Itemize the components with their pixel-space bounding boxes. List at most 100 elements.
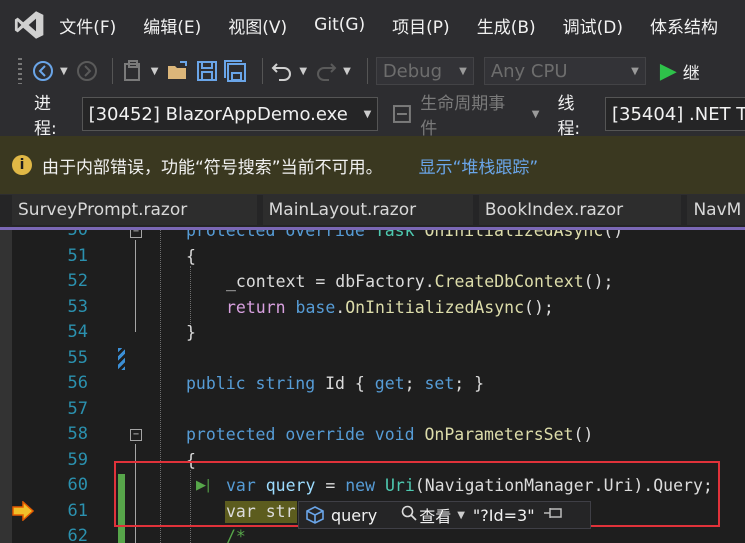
collapse-icon[interactable]: − bbox=[130, 429, 142, 441]
save-icon[interactable] bbox=[196, 58, 218, 84]
menu-git[interactable]: Git(G) bbox=[314, 15, 365, 35]
line-number: 57 bbox=[67, 398, 88, 419]
lifecycle-events-button[interactable]: 生命周期事件 ▼ bbox=[392, 89, 539, 139]
toolbar-grip[interactable] bbox=[18, 58, 22, 84]
continue-play-icon[interactable]: ▶ bbox=[660, 59, 677, 84]
new-project-dropdown-icon[interactable]: ▼ bbox=[151, 66, 159, 77]
line-number: 55 bbox=[67, 347, 88, 368]
process-value: [30452] BlazorAppDemo.exe bbox=[88, 103, 348, 125]
code-text: protected override void OnParametersSet(… bbox=[186, 425, 594, 444]
code-line: 57 bbox=[0, 397, 745, 423]
redo-icon[interactable] bbox=[315, 58, 337, 84]
thread-label: 线程: bbox=[557, 94, 581, 139]
document-tab-well: SurveyPrompt.razor MainLayout.razor Book… bbox=[0, 195, 745, 227]
line-number: 62 bbox=[67, 526, 88, 543]
solution-platform-value: Any CPU bbox=[490, 60, 568, 82]
code-line: 55 bbox=[0, 346, 745, 372]
menu-debug[interactable]: 调试(D) bbox=[563, 13, 623, 38]
process-label: 进程: bbox=[34, 94, 57, 139]
undo-dropdown-icon[interactable]: ▼ bbox=[299, 66, 307, 77]
chevron-down-icon: ▼ bbox=[363, 108, 372, 120]
standard-toolbar: ▼ ▼ ▼ ▼ Debug ▼ Any CPU ▼ ▶ 继 bbox=[0, 50, 745, 92]
chevron-down-icon: ▼ bbox=[531, 108, 540, 120]
datatip-variable-name: query bbox=[331, 505, 378, 525]
navigate-back-dropdown-icon[interactable]: ▼ bbox=[60, 66, 68, 77]
redo-dropdown-icon[interactable]: ▼ bbox=[343, 66, 351, 77]
tab-mainlayout[interactable]: MainLayout.razor bbox=[262, 195, 473, 225]
code-line: 50 − protected override Task OnInitializ… bbox=[0, 230, 745, 244]
menu-file[interactable]: 文件(F) bbox=[59, 13, 116, 38]
code-line: 51 { bbox=[0, 244, 745, 270]
process-combo[interactable]: [30452] BlazorAppDemo.exe ▼ bbox=[81, 97, 379, 131]
undo-icon[interactable] bbox=[271, 58, 293, 84]
code-text: public string Id { get; set; } bbox=[186, 374, 485, 393]
code-line: 52 _context = dbFactory.CreateDbContext(… bbox=[0, 269, 745, 295]
chevron-down-icon: ▼ bbox=[459, 65, 467, 77]
open-folder-icon[interactable] bbox=[166, 58, 190, 84]
tab-bookindex[interactable]: BookIndex.razor bbox=[478, 195, 682, 225]
code-line: 58 − protected override void OnParameter… bbox=[0, 422, 745, 448]
debug-location-toolbar: 进程: [30452] BlazorAppDemo.exe ▼ 生命周期事件 ▼… bbox=[0, 89, 745, 139]
line-number: 58 bbox=[67, 424, 88, 444]
tab-label: BookIndex.razor bbox=[484, 200, 624, 220]
datatip-view-button[interactable]: 查看 bbox=[419, 503, 451, 527]
code-text: _context = dbFactory.CreateDbContext(); bbox=[226, 272, 614, 291]
lifecycle-events-label: 生命周期事件 bbox=[420, 94, 506, 139]
datatip-value[interactable]: "?Id=3" bbox=[473, 506, 535, 525]
line-number: 54 bbox=[67, 322, 88, 342]
line-number: 60 bbox=[67, 475, 88, 495]
info-message: 由于内部错误，功能“符号搜索”当前不可用。 bbox=[42, 157, 383, 178]
line-number: 51 bbox=[67, 245, 88, 266]
variable-cube-icon bbox=[306, 506, 324, 524]
code-text: } bbox=[186, 323, 196, 342]
toolbar-separator bbox=[262, 58, 264, 84]
toolbar-separator bbox=[366, 58, 368, 84]
tab-label: NavM bbox=[693, 200, 742, 220]
tab-surveyprompt[interactable]: SurveyPrompt.razor bbox=[12, 195, 257, 225]
menu-bar: 文件(F) 编辑(E) 视图(V) Git(G) 项目(P) 生成(B) 调试(… bbox=[0, 0, 745, 50]
navigate-forward-icon[interactable] bbox=[76, 58, 98, 84]
line-number: 52 bbox=[67, 271, 88, 291]
toolbar-separator bbox=[111, 58, 113, 84]
solution-configuration-value: Debug bbox=[382, 60, 443, 82]
datatip[interactable]: query 查看 ▼ "?Id=3" bbox=[298, 501, 591, 529]
navigate-back-icon[interactable] bbox=[32, 58, 54, 84]
code-text: protected override Task OnInitializedAsy… bbox=[186, 230, 624, 240]
info-bar: i 由于内部错误，功能“符号搜索”当前不可用。 显示“堆栈跟踪” bbox=[0, 136, 745, 195]
menu-project[interactable]: 项目(P) bbox=[392, 13, 450, 38]
collapse-icon[interactable]: − bbox=[130, 230, 142, 238]
thread-value: [35404] .NET T bbox=[612, 103, 745, 125]
tab-label: SurveyPrompt.razor bbox=[18, 200, 188, 220]
tab-label: MainLayout.razor bbox=[268, 200, 417, 220]
tab-navmenu[interactable]: NavM bbox=[687, 195, 745, 225]
solution-configuration-combo[interactable]: Debug ▼ bbox=[375, 57, 474, 85]
code-text: { bbox=[186, 246, 196, 266]
menu-view[interactable]: 视图(V) bbox=[228, 13, 287, 38]
new-project-icon[interactable] bbox=[121, 58, 145, 84]
code-text: return base.OnInitializedAsync(); bbox=[226, 297, 554, 317]
info-icon: i bbox=[12, 155, 32, 175]
code-editor[interactable]: 50 − protected override Task OnInitializ… bbox=[0, 230, 745, 543]
visual-studio-logo-icon[interactable] bbox=[14, 8, 45, 42]
thread-combo[interactable]: [35404] .NET T bbox=[605, 97, 745, 131]
menu-edit[interactable]: 编辑(E) bbox=[143, 13, 201, 38]
magnifier-icon[interactable] bbox=[401, 505, 417, 525]
save-all-icon[interactable] bbox=[224, 58, 248, 84]
line-number: 61 bbox=[67, 500, 88, 521]
lifecycle-events-icon bbox=[393, 105, 412, 123]
show-stack-trace-link[interactable]: 显示“堆栈跟踪” bbox=[419, 153, 539, 178]
line-number: 56 bbox=[67, 373, 88, 393]
solution-platform-combo[interactable]: Any CPU ▼ bbox=[483, 57, 646, 85]
line-number: 50 bbox=[67, 230, 88, 240]
code-line: 54 } bbox=[0, 320, 745, 346]
code-line: 56 public string Id { get; set; } bbox=[0, 371, 745, 397]
code-line: 53 return base.OnInitializedAsync(); bbox=[0, 295, 745, 321]
pin-icon[interactable] bbox=[543, 506, 563, 524]
execution-pointer-icon[interactable] bbox=[12, 501, 34, 521]
line-number: 53 bbox=[67, 296, 88, 317]
menu-build[interactable]: 生成(B) bbox=[477, 13, 536, 38]
continue-button-label[interactable]: 继 bbox=[683, 59, 700, 84]
menu-architecture[interactable]: 体系结构 bbox=[650, 13, 718, 38]
line-number: 59 bbox=[67, 449, 88, 470]
chevron-down-icon[interactable]: ▼ bbox=[457, 510, 465, 521]
